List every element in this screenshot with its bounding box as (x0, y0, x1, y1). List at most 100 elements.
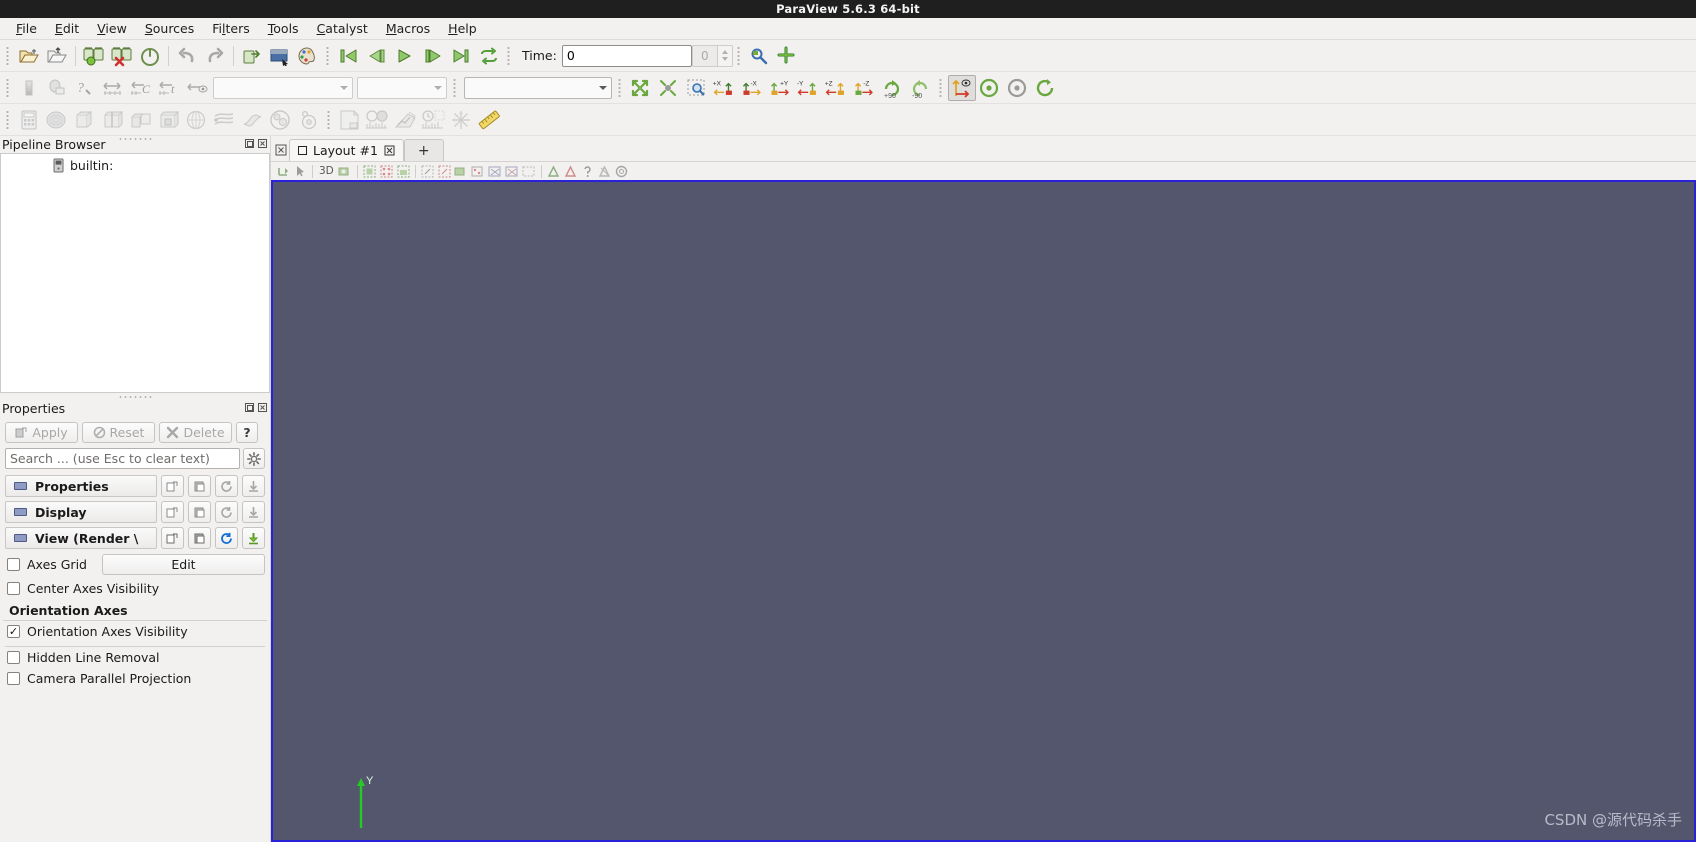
disconnect-server-icon[interactable] (108, 43, 136, 69)
undo-icon[interactable] (173, 43, 201, 69)
rescale-over-time-icon[interactable]: C (127, 75, 155, 101)
menu-catalyst[interactable]: Catalyst (308, 19, 377, 38)
rescale-custom-icon[interactable]: ? (71, 75, 99, 101)
group-datasets-icon[interactable] (267, 107, 295, 133)
python-shell-icon[interactable] (746, 43, 774, 69)
save-as-defaults-button[interactable] (242, 475, 265, 497)
copy-properties-button[interactable] (161, 475, 184, 497)
active-variable-icon[interactable] (15, 75, 43, 101)
plot-data-icon[interactable] (392, 107, 420, 133)
extract-subset-icon[interactable] (155, 107, 183, 133)
toolbar-drag-handle-rep[interactable] (5, 76, 12, 99)
camera-minus-z-icon[interactable]: -Z (851, 75, 879, 101)
select-cells-through-icon[interactable] (395, 163, 412, 180)
paste-properties-button[interactable] (188, 475, 211, 497)
interaction-mode-2d-icon[interactable] (275, 163, 292, 180)
grow-selection-icon[interactable] (545, 163, 562, 180)
interaction-mode-label[interactable]: 3D (316, 165, 337, 177)
close-tab-icon[interactable] (384, 145, 395, 156)
render-view[interactable]: Y CSDN @源代码杀手 (271, 180, 1696, 842)
time-input[interactable] (561, 44, 692, 67)
properties-settings-icon[interactable] (243, 448, 265, 469)
toolbar-drag-handle-time[interactable] (506, 44, 513, 67)
connect-server-icon[interactable] (80, 43, 108, 69)
camera-plus-x-icon[interactable]: +X (711, 75, 739, 101)
close-properties-icon[interactable] (257, 402, 268, 413)
delete-button[interactable]: Delete (159, 422, 232, 443)
reset-center-icon[interactable] (976, 75, 1004, 101)
toolbar-drag-handle-reptype[interactable] (452, 76, 459, 99)
slice-icon[interactable] (99, 107, 127, 133)
axes-grid-checkbox[interactable] (7, 558, 20, 571)
camera-parallel-projection-checkbox[interactable] (7, 672, 20, 685)
plot-over-line-icon[interactable] (448, 107, 476, 133)
representation-type-combo[interactable] (464, 76, 612, 99)
frame-index-stepper[interactable] (717, 44, 733, 67)
menu-file[interactable]: File (7, 19, 46, 38)
camera-undo-icon[interactable] (337, 163, 354, 180)
link-selection-icon[interactable] (613, 163, 630, 180)
menu-edit[interactable]: Edit (46, 19, 88, 38)
rotation-mode-icon[interactable] (1032, 75, 1060, 101)
shrink-selection-icon[interactable] (562, 163, 579, 180)
toolbar-drag-handle-filters[interactable] (5, 108, 12, 131)
screenshot-icon[interactable] (266, 43, 294, 69)
panel-splitter[interactable] (0, 393, 270, 400)
interaction-mode-selection-icon[interactable] (292, 163, 309, 180)
toolbar-drag-handle-vcr[interactable] (325, 44, 332, 67)
section-header-properties[interactable]: Properties (5, 475, 157, 497)
camera-minus-x-icon[interactable]: -X (739, 75, 767, 101)
undock-properties-icon[interactable] (244, 402, 255, 413)
tab-layout-1[interactable]: Layout #1 (289, 139, 404, 161)
copy-view-button[interactable] (161, 527, 184, 549)
restore-defaults-button[interactable] (215, 475, 238, 497)
close-panel-icon[interactable] (257, 138, 268, 149)
select-block-icon[interactable] (436, 163, 453, 180)
add-macro-icon[interactable] (774, 43, 802, 69)
clip-icon[interactable] (71, 107, 99, 133)
pick-center-icon[interactable] (1004, 75, 1032, 101)
save-view-defaults-button[interactable] (242, 527, 265, 549)
ruler-icon[interactable] (476, 107, 504, 133)
calculator-icon[interactable] (15, 107, 43, 133)
select-frustum-icon[interactable] (521, 163, 538, 180)
save-state-icon[interactable] (43, 43, 71, 69)
menu-filters[interactable]: Filters (203, 19, 259, 38)
camera-plus-z-icon[interactable]: +Z (823, 75, 851, 101)
properties-search-input[interactable] (5, 448, 240, 469)
stream-tracer-icon[interactable] (211, 107, 239, 133)
menu-sources[interactable]: Sources (136, 19, 203, 38)
axes-grid-edit-button[interactable]: Edit (101, 554, 265, 575)
select-points-through-icon[interactable] (419, 163, 436, 180)
help-button[interactable]: ? (236, 422, 258, 443)
rotate-90-cw-icon[interactable]: +90 (879, 75, 907, 101)
camera-plus-y-icon[interactable]: +Y (767, 75, 795, 101)
save-display-defaults-button[interactable] (242, 501, 265, 523)
menu-view[interactable]: View (88, 19, 136, 38)
auto-apply-icon[interactable] (238, 43, 266, 69)
warp-icon[interactable] (239, 107, 267, 133)
select-points-surface-icon[interactable] (378, 163, 395, 180)
array-name-combo[interactable] (213, 76, 353, 99)
toolbar-drag-handle-camera[interactable] (617, 76, 624, 99)
play-icon[interactable] (391, 43, 419, 69)
toolbar-drag-handle-macros[interactable] (735, 44, 743, 67)
toolbar-drag-handle-center[interactable] (938, 76, 945, 99)
previous-frame-icon[interactable] (363, 43, 391, 69)
restore-view-defaults-button[interactable] (215, 527, 238, 549)
next-frame-icon[interactable] (419, 43, 447, 69)
pipeline-item-builtin[interactable]: builtin: (1, 154, 269, 173)
select-cells-surface-icon[interactable] (361, 163, 378, 180)
center-axes-visibility-checkbox[interactable] (7, 582, 20, 595)
add-layout-tab-button[interactable]: + (403, 139, 444, 161)
zoom-to-box-icon[interactable] (683, 75, 711, 101)
section-header-view[interactable]: View (Render \ (5, 527, 157, 549)
toolbar-drag-handle-dataanalysis[interactable] (326, 108, 333, 131)
first-frame-icon[interactable] (335, 43, 363, 69)
interactive-select-cells-icon[interactable] (453, 163, 470, 180)
paste-display-button[interactable] (188, 501, 211, 523)
pipeline-browser-list[interactable]: builtin: (0, 153, 270, 393)
spreadsheet-view-icon[interactable] (336, 107, 364, 133)
query-selection-icon[interactable] (579, 163, 596, 180)
menu-macros[interactable]: Macros (377, 19, 439, 38)
